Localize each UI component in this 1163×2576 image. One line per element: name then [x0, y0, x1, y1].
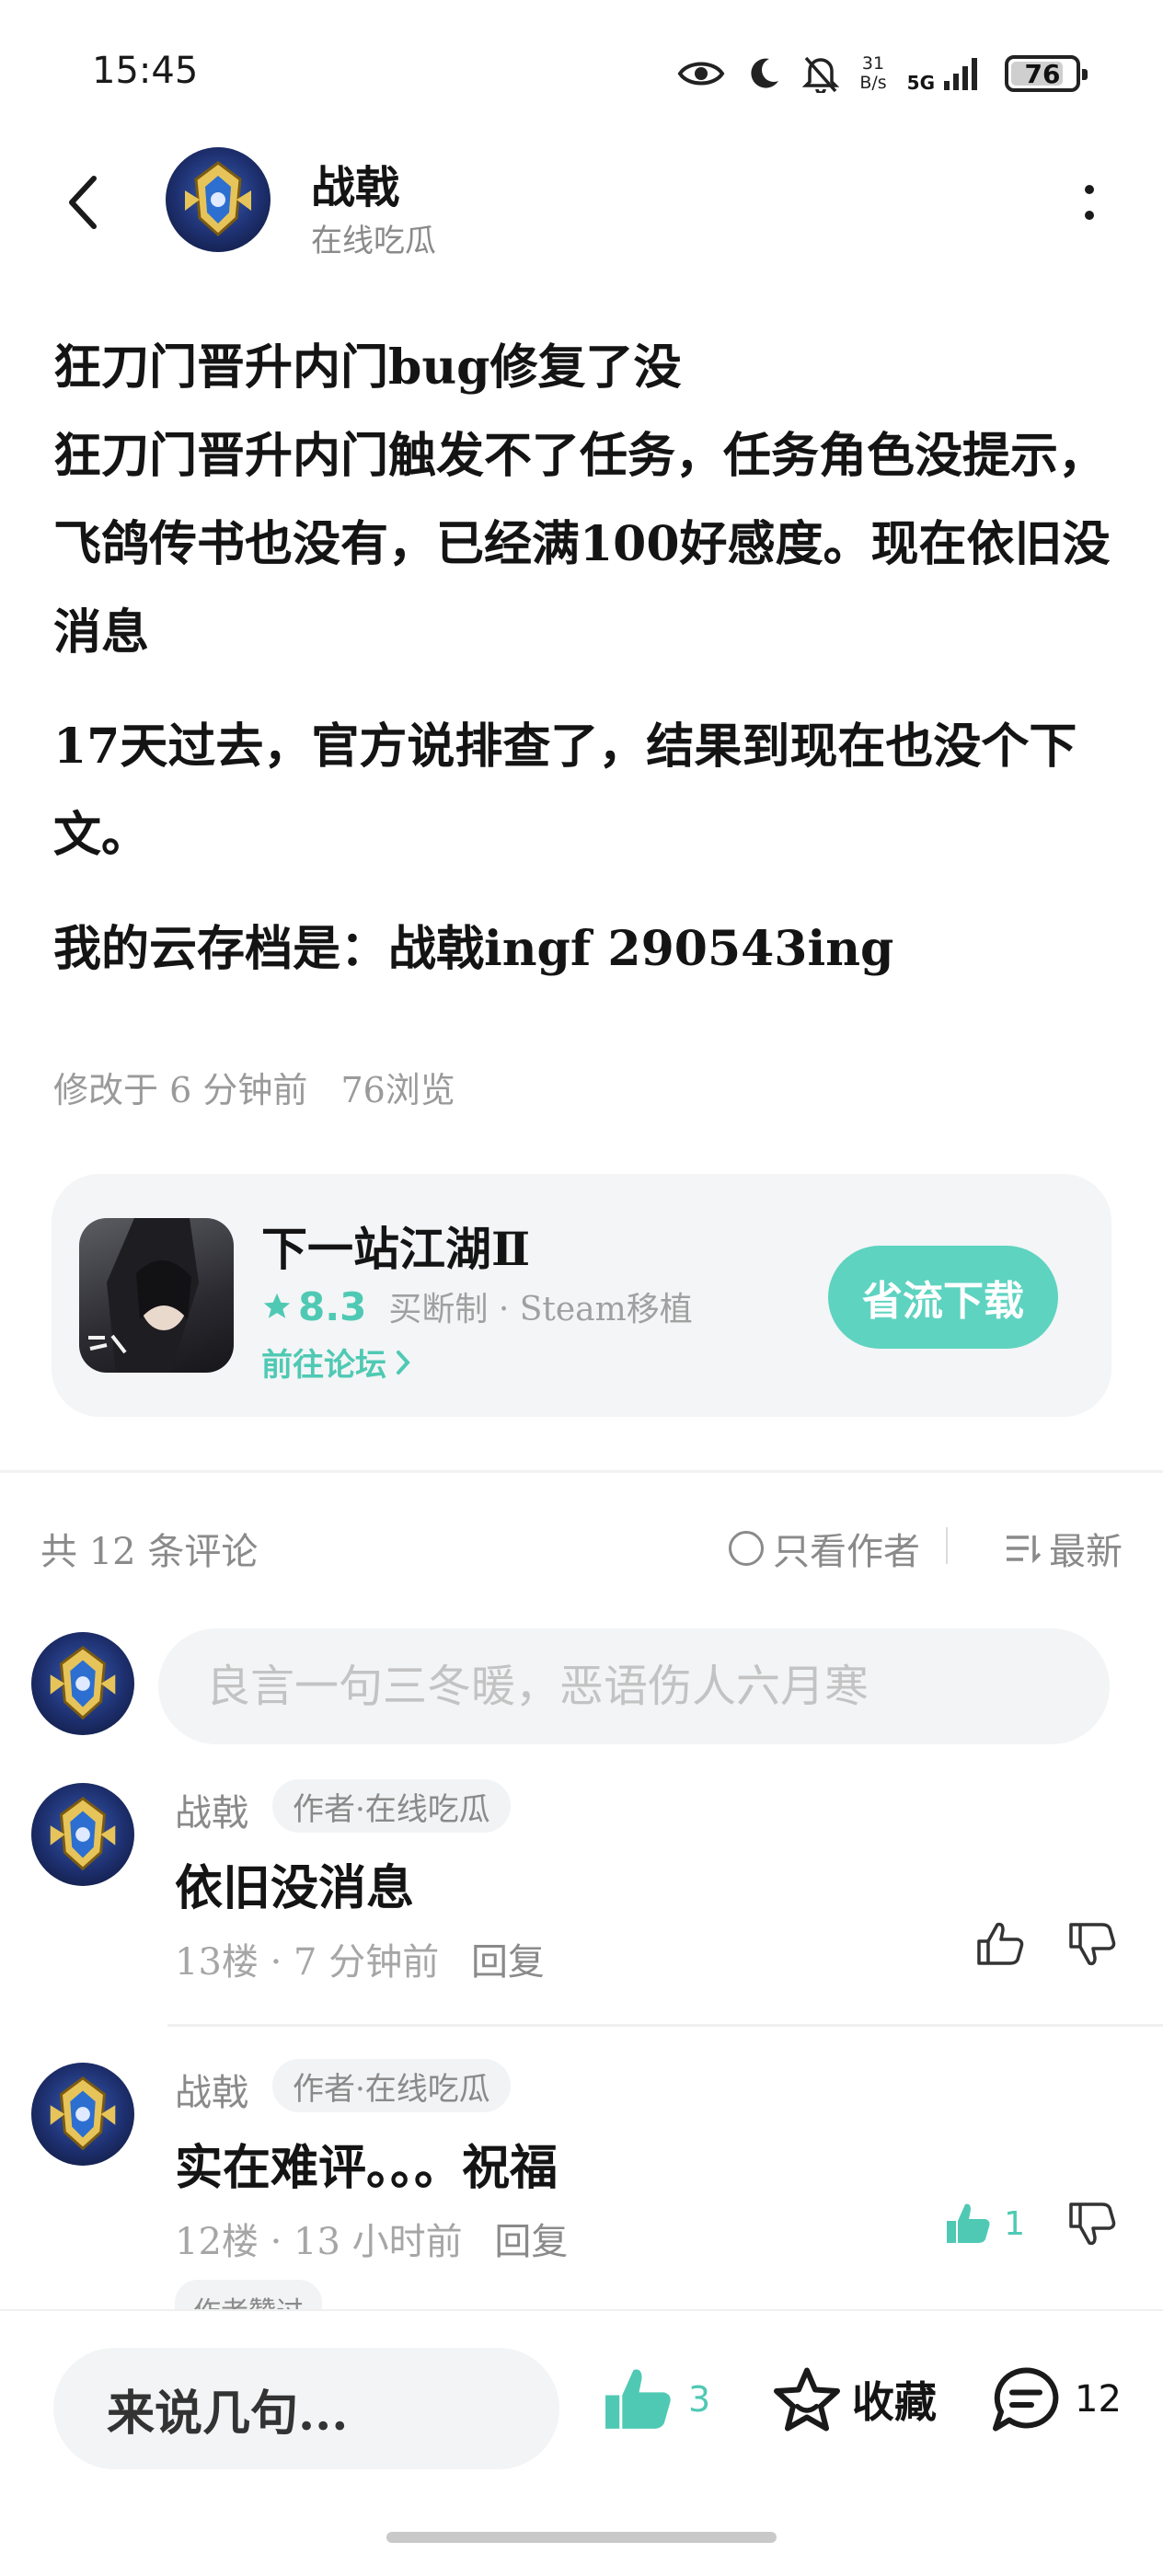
game-info: 8.3 买断制 · Steam移植: [261, 1282, 693, 1330]
game-forum-label: 前往论坛: [261, 1347, 386, 1384]
battery-percent: 76: [1024, 58, 1061, 89]
comment-like-count: 1: [1004, 2204, 1025, 2243]
comments-count: 共 12 条评论: [40, 1531, 259, 1573]
comment-floor-time: 12楼 · 13 小时前: [175, 2221, 463, 2263]
commenter-avatar[interactable]: [31, 2063, 134, 2166]
radio-icon: [729, 1531, 764, 1566]
post-like-count: 3: [688, 2379, 711, 2420]
game-title[interactable]: 下一站江湖Ⅱ: [261, 1213, 530, 1279]
comment-divider: [167, 2024, 1163, 2027]
bottom-action-bar: 来说几句... 3 收藏 12: [0, 2309, 1163, 2576]
comment-like-button[interactable]: [975, 1921, 1025, 1967]
game-tags: 买断制 · Steam移植: [388, 1291, 693, 1328]
back-button[interactable]: [55, 166, 110, 239]
status-bar: 15:45 31 B/s 5G 76: [0, 0, 1163, 138]
sort-label: 最新: [1049, 1531, 1123, 1573]
net-speed-value: 31: [861, 53, 885, 74]
signal-icon: 5G: [907, 55, 985, 92]
battery-icon: 76: [1005, 55, 1088, 92]
commenter-name[interactable]: 战戟: [175, 2063, 248, 2116]
favorite-button[interactable]: 收藏: [771, 2364, 937, 2434]
vertical-separator: [946, 1527, 948, 1564]
section-divider: [0, 1470, 1163, 1473]
post-paragraph: 狂刀门晋升内门触发不了任务，任务角色没提示，飞鸽传书也没有，已经满100好感度。…: [53, 428, 1111, 661]
sort-list-icon: [1007, 1535, 1042, 1564]
favorite-label: 收藏: [852, 2377, 937, 2427]
author-badge: 作者·在线吃瓜: [272, 1779, 511, 1833]
more-button[interactable]: [1071, 175, 1108, 230]
star-icon: [263, 1293, 291, 1318]
more-vertical-icon: [1085, 185, 1094, 220]
game-cover-icon: [88, 1218, 199, 1373]
comments-count-badge: 12: [1075, 2378, 1122, 2421]
bottom-comment-input[interactable]: 来说几句...: [53, 2348, 559, 2469]
game-forum-link[interactable]: 前往论坛: [261, 1340, 412, 1385]
moon-icon: [751, 58, 779, 88]
post-views: 76浏览: [340, 1070, 455, 1110]
only-author-label: 只看作者: [773, 1531, 920, 1573]
post-modified-time: 修改于 6 分钟前: [53, 1070, 308, 1110]
comment-bubble-icon: [993, 2367, 1059, 2432]
post-content: 狂刀门晋升内门bug修复了没 狂刀门晋升内门触发不了任务，任务角色没提示，飞鸽传…: [53, 324, 1111, 994]
author-status: 在线吃瓜: [311, 223, 436, 259]
net-speed: 31 B/s: [859, 54, 886, 93]
download-button[interactable]: 省流下载: [828, 1246, 1058, 1349]
thumbs-down-icon: [1069, 1923, 1116, 1966]
thumbs-up-filled-icon: [605, 2369, 671, 2429]
comment-input[interactable]: [158, 1628, 1110, 1744]
thumbs-down-icon: [1069, 2202, 1116, 2246]
thumbs-up-filled-icon: [947, 2203, 990, 2243]
comment-dislike-button[interactable]: [1067, 1921, 1117, 1971]
post-paragraph: 我的云存档是：战戟ingf 290543ing: [53, 921, 894, 977]
status-icons: 31 B/s 5G 76: [677, 46, 1088, 101]
game-icon[interactable]: [79, 1218, 234, 1373]
chevron-right-icon: [397, 1350, 410, 1374]
author-avatar[interactable]: [166, 147, 271, 252]
emblem-avatar-icon: [50, 1796, 116, 1871]
reply-button[interactable]: 回复: [494, 2221, 568, 2263]
bell-off-icon: [802, 56, 840, 93]
home-indicator[interactable]: [386, 2532, 777, 2543]
comments-button[interactable]: 12: [990, 2364, 1122, 2434]
comment-text: 依旧没消息: [175, 1860, 415, 1916]
game-card[interactable]: 下一站江湖Ⅱ 8.3 买断制 · Steam移植 前往论坛 省流下载: [52, 1174, 1111, 1417]
network-type: 5G: [906, 72, 935, 94]
game-rating: 8.3: [298, 1283, 367, 1329]
net-speed-unit: B/s: [859, 73, 887, 93]
comment-meta: 12楼 · 13 小时前 回复: [175, 2212, 568, 2265]
commenter-name[interactable]: 战戟: [175, 1783, 248, 1836]
only-author-toggle[interactable]: 只看作者: [729, 1522, 920, 1575]
status-time: 15:45: [92, 50, 199, 92]
post-title: 狂刀门晋升内门bug修复了没: [53, 339, 682, 396]
post-header: 战戟 在线吃瓜: [0, 138, 1163, 276]
author-name[interactable]: 战戟: [311, 151, 399, 215]
thumbs-up-icon: [977, 1922, 1024, 1965]
post-like-button[interactable]: 3: [600, 2364, 710, 2434]
reply-button[interactable]: 回复: [471, 1941, 545, 1984]
comment-floor-time: 13楼 · 7 分钟前: [175, 1941, 440, 1984]
post-meta: 修改于 6 分钟前 76浏览: [53, 1062, 455, 1112]
post-paragraph: 17天过去，官方说排查了，结果到现在也没个下文。: [53, 719, 1077, 863]
my-avatar[interactable]: [31, 1632, 134, 1735]
commenter-avatar[interactable]: [31, 1783, 134, 1886]
comments-header: 共 12 条评论 只看作者 最新: [40, 1518, 1123, 1573]
comment-like-button[interactable]: 1: [943, 2201, 1025, 2247]
back-arrow-icon: [69, 176, 97, 229]
eye-icon: [677, 62, 725, 86]
star-outline-icon: [774, 2367, 840, 2432]
comment-dislike-button[interactable]: [1067, 2201, 1117, 2250]
sort-button[interactable]: 最新: [1005, 1522, 1123, 1575]
author-badge: 作者·在线吃瓜: [272, 2059, 511, 2112]
comment-meta: 13楼 · 7 分钟前 回复: [175, 1932, 545, 1985]
emblem-avatar-icon: [50, 2076, 116, 2151]
comment-text: 实在难评。。。祝福: [175, 2140, 558, 2196]
emblem-avatar-icon: [185, 161, 251, 237]
emblem-avatar-icon: [50, 1645, 116, 1720]
